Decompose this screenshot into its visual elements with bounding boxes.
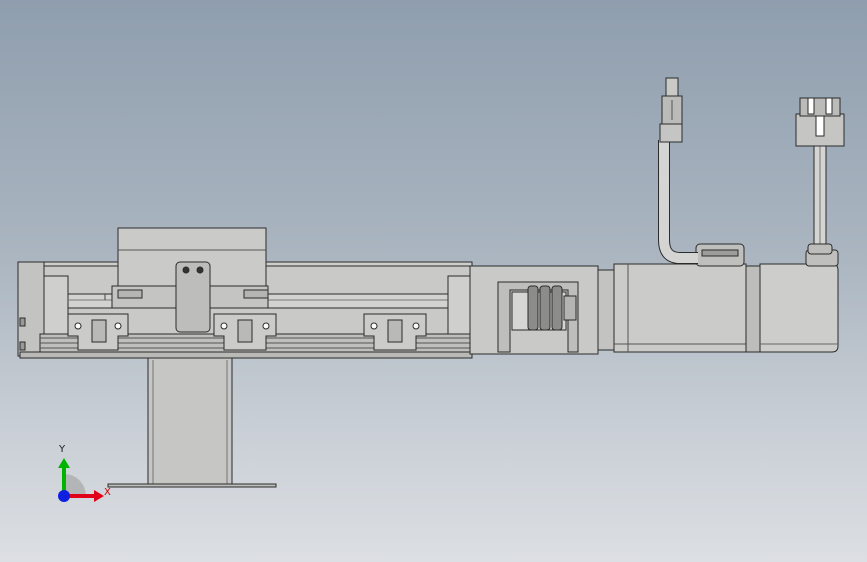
cad-viewport[interactable]: Y X [0, 0, 867, 562]
support-pillar [107, 357, 277, 488]
servo-motor [613, 243, 839, 353]
coupling-housing [469, 265, 615, 355]
encoder-cable [658, 77, 698, 264]
power-cable [795, 97, 845, 255]
z-axis-dot [58, 490, 70, 502]
model-graphics[interactable] [0, 0, 867, 562]
x-axis-label: X [104, 487, 111, 498]
coordinate-triad: Y X [40, 438, 120, 508]
y-axis-label: Y [59, 444, 66, 455]
